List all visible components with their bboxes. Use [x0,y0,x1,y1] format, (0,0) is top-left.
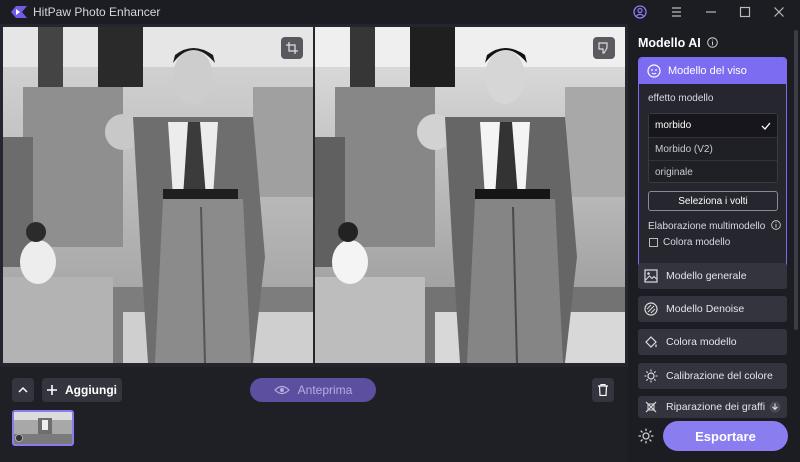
option-label: morbido [655,120,692,131]
model-label: Riparazione dei graffi [666,401,766,413]
model-label: Modello generale [666,270,747,282]
enhanced-image [315,27,625,363]
maximize-icon[interactable] [736,3,754,21]
option-label: Morbido (V2) [655,143,713,155]
face-model-card: Modello del viso effetto modello morbido… [638,57,787,285]
eye-icon [273,385,290,395]
download-icon[interactable] [769,401,781,413]
paint-bucket-icon [645,336,657,348]
effect-options: morbido Morbido (V2) originale [648,113,778,183]
face-icon [647,64,661,78]
original-photo [3,27,313,363]
add-button[interactable]: Aggiungi [42,378,122,402]
option-morbido[interactable]: morbido [649,114,777,137]
menu-icon[interactable] [667,3,685,21]
face-model-button[interactable]: Modello del viso [639,58,786,84]
multimodel-text: Elaborazione multimodello [648,221,766,232]
option-originale[interactable]: originale [649,160,777,183]
denoise-model-button[interactable]: Modello Denoise [638,296,787,322]
ai-model-sidebar: Modello AI Modello del viso effetto mode… [628,24,800,462]
denoise-icon [644,302,658,316]
close-icon[interactable] [770,3,788,21]
model-label: Modello Denoise [666,303,745,315]
model-label: Colora modello [666,336,737,348]
original-image [3,27,313,363]
minimize-icon[interactable] [702,3,720,21]
checkbox[interactable] [649,238,658,247]
color-model-checkbox-row[interactable]: Colora modello [649,237,730,248]
trash-icon [598,384,608,396]
face-model-label: Modello del viso [668,65,747,77]
colorize-model-button[interactable]: Colora modello [638,329,787,355]
effect-label: effetto modello [648,93,714,104]
image-icon [644,269,658,283]
sidebar-title-text: Modello AI [638,36,701,50]
thumbnail-photo [14,412,72,444]
enhanced-photo [315,27,625,363]
chevron-up-icon [18,386,28,393]
color-calibration-button[interactable]: Calibrazione del colore [638,363,787,389]
app-logo-icon [11,6,27,18]
checkbox-label: Colora modello [663,237,731,248]
feedback-button[interactable] [593,37,615,59]
option-morbido-v2[interactable]: Morbido (V2) [649,137,777,160]
model-label: Calibrazione del colore [666,370,773,382]
title-bar: HitPaw Photo Enhancer [0,0,800,24]
window-title: HitPaw Photo Enhancer [33,5,161,19]
check-icon [761,122,771,130]
info-icon[interactable] [771,220,781,230]
delete-button[interactable] [592,378,614,402]
sun-icon [644,369,658,383]
option-label: originale [655,166,693,178]
plus-icon [47,385,57,395]
collapse-button[interactable] [12,378,34,402]
preview-button[interactable]: Anteprima [250,378,376,402]
preview-label: Anteprima [297,383,353,397]
image-thumbnail[interactable] [12,410,74,446]
dislike-icon [598,42,608,54]
account-icon[interactable] [631,3,649,21]
export-button[interactable]: Esportare [663,421,788,451]
sidebar-title: Modello AI [638,36,719,50]
info-icon[interactable] [707,37,719,48]
select-faces-button[interactable]: Seleziona i volti [648,191,778,211]
multimodel-label: Elaborazione multimodello [648,220,781,232]
add-label: Aggiungi [65,383,117,397]
settings-button[interactable] [637,427,655,445]
scratch-repair-icon [645,401,657,413]
gear-icon [638,428,654,444]
crop-button[interactable] [281,37,303,59]
general-model-button[interactable]: Modello generale [638,263,787,289]
scratch-repair-button[interactable]: Riparazione dei graffi [638,396,787,418]
crop-icon [286,42,298,54]
sidebar-scrollbar[interactable] [794,30,798,330]
